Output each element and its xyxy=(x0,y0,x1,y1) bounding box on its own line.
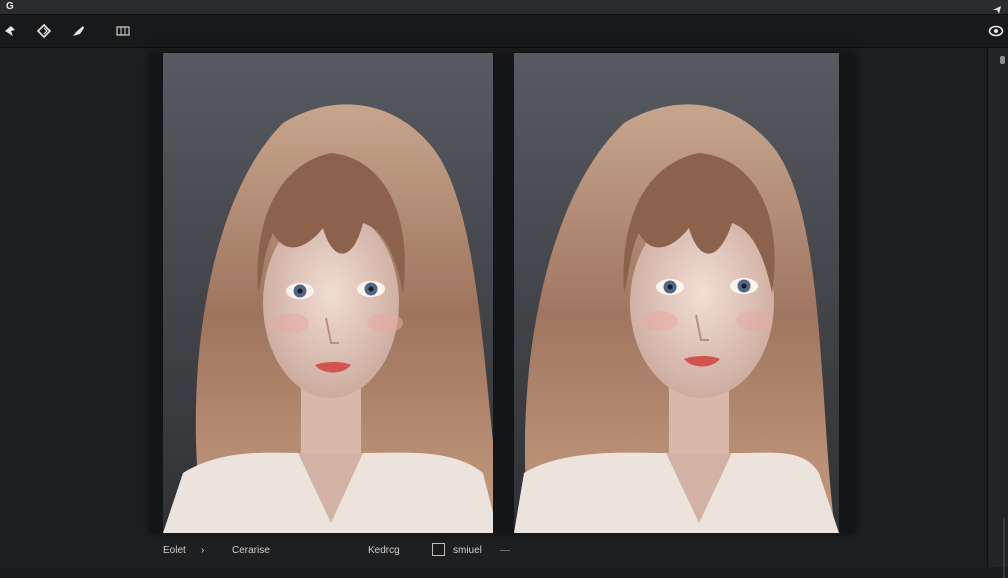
vertical-scrollbar[interactable] xyxy=(987,48,1008,578)
brush-icon[interactable] xyxy=(70,23,86,39)
pin-icon[interactable] xyxy=(3,23,19,39)
workspace xyxy=(0,48,986,567)
cursor-icon[interactable] xyxy=(992,2,1002,14)
canvas-frame xyxy=(150,53,855,533)
status-bar: Eolet › Cerarise Kedrcg smiuel xyxy=(150,536,855,566)
grid-icon[interactable] xyxy=(115,23,131,39)
status-middle-label[interactable]: Cerarise xyxy=(232,545,270,557)
divider xyxy=(500,550,510,551)
portrait-image xyxy=(163,104,493,533)
app-logo: G xyxy=(6,1,14,12)
eye-icon[interactable] xyxy=(988,23,1004,39)
image-panel-edited[interactable] xyxy=(514,53,839,533)
compare-checkbox[interactable] xyxy=(432,543,445,556)
status-left-label[interactable]: Eolet xyxy=(163,545,186,557)
scroll-track-marker xyxy=(1003,518,1005,578)
checkbox-label: smiuel xyxy=(453,545,482,556)
scroll-thumb[interactable] xyxy=(1000,56,1005,64)
image-panel-original[interactable] xyxy=(163,53,493,533)
toolbar xyxy=(0,15,1008,48)
status-right-label[interactable]: Kedrcg xyxy=(368,545,400,557)
status-arrow-icon[interactable]: › xyxy=(201,545,204,557)
layers-icon[interactable] xyxy=(36,23,52,39)
portrait-image xyxy=(514,104,839,533)
title-bar: G xyxy=(0,0,1008,15)
